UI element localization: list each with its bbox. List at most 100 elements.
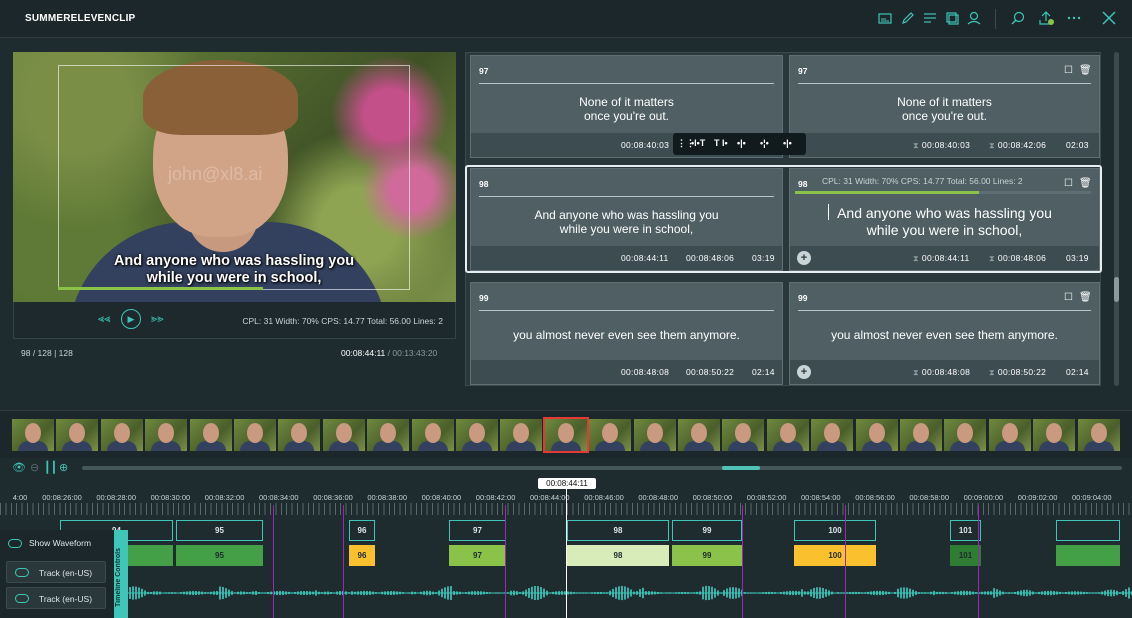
film-thumbnail[interactable] — [1033, 419, 1076, 451]
film-thumbnail[interactable] — [189, 419, 232, 451]
film-thumbnail[interactable] — [12, 419, 54, 451]
film-thumbnail[interactable] — [145, 419, 188, 451]
playhead[interactable] — [566, 489, 567, 618]
target-text[interactable]: you almost never even see them anymore. — [790, 328, 1099, 342]
target-text[interactable]: None of it matters once you're out. — [790, 95, 1099, 123]
hide-icon[interactable]: 👁 — [12, 461, 26, 474]
segment-target[interactable]: 97 — [449, 520, 506, 541]
close-icon[interactable] — [1101, 10, 1117, 26]
track-2[interactable]: Track (en-US) — [6, 587, 106, 609]
film-thumbnail[interactable] — [678, 419, 720, 451]
track-toggle[interactable] — [15, 594, 29, 603]
timeline-controls-tab[interactable]: Timeline Controls — [114, 530, 128, 618]
search-icon[interactable] — [1010, 10, 1026, 26]
bookmark-icon[interactable]: ☐ — [1064, 65, 1073, 76]
subtitle-number: 99 — [479, 293, 489, 303]
segment-source[interactable]: 99 — [672, 545, 742, 566]
merge-icon[interactable]: •¦• — [760, 138, 769, 148]
video-player[interactable]: john@xl8.ai And anyone who was hassling … — [13, 52, 456, 302]
upload-icon[interactable] — [1038, 10, 1054, 26]
segment-source[interactable]: 101 — [950, 545, 981, 566]
ruler-label: 4:00 — [12, 493, 28, 502]
target-card-99[interactable]: 99 ☐ 🗑 you almost never even see them an… — [789, 282, 1100, 385]
panel-scrollbar[interactable] — [1114, 52, 1119, 386]
player-stats: CPL: 31 Width: 70% CPS: 14.77 Total: 56.… — [242, 316, 443, 326]
film-thumbnail[interactable] — [56, 419, 99, 451]
film-thumbnail[interactable] — [500, 419, 543, 451]
segment-target[interactable]: 100 — [794, 520, 876, 541]
source-card-98[interactable]: 98 And anyone who was hassling you while … — [470, 168, 783, 271]
segment-target[interactable]: 99 — [672, 520, 742, 541]
track-toggle[interactable] — [15, 568, 29, 577]
segment-source[interactable]: 97 — [449, 545, 506, 566]
film-thumbnail[interactable] — [542, 417, 589, 453]
film-thumbnail[interactable] — [322, 419, 365, 451]
film-thumbnail[interactable] — [633, 419, 676, 451]
film-thumbnail[interactable] — [900, 419, 942, 451]
text-left-icon[interactable]: •I•T — [691, 138, 705, 148]
scrollbar-thumb[interactable] — [1114, 277, 1119, 302]
marker-line — [845, 505, 846, 618]
film-thumbnail[interactable] — [456, 419, 498, 451]
segment-source[interactable] — [1056, 545, 1120, 566]
segment-source[interactable]: 96 — [349, 545, 375, 566]
add-button[interactable]: + — [797, 365, 811, 379]
segment-target[interactable]: 98 — [567, 520, 669, 541]
subtitle-icon[interactable] — [877, 10, 893, 26]
segment-target[interactable]: 96 — [349, 520, 375, 541]
target-text-editor[interactable]: And anyone who was hassling you while you… — [790, 205, 1099, 239]
rewind-icon[interactable]: ⪡⪡ — [98, 313, 110, 326]
film-thumbnail[interactable] — [855, 419, 898, 451]
film-thumbnail[interactable] — [766, 419, 809, 451]
more-icon[interactable] — [1066, 10, 1082, 26]
target-card-97[interactable]: 97 ☐ 🗑 None of it matters once you're out… — [789, 55, 1100, 158]
timeline-scroll-thumb[interactable] — [722, 466, 760, 470]
film-thumbnail[interactable] — [278, 419, 321, 451]
film-thumbnail[interactable] — [811, 419, 854, 451]
trash-icon[interactable]: 🗑 — [1079, 292, 1092, 303]
film-thumbnail[interactable] — [1077, 419, 1120, 451]
film-thumbnail[interactable] — [988, 419, 1031, 451]
film-thumbnail[interactable] — [722, 419, 765, 451]
segment-source[interactable]: 95 — [176, 545, 263, 566]
bookmark-icon[interactable]: ☐ — [1064, 292, 1073, 303]
bookmark-icon[interactable]: ☐ — [1064, 178, 1073, 189]
list-icon[interactable] — [922, 10, 938, 26]
copy-icon[interactable] — [944, 10, 960, 26]
film-thumbnail[interactable] — [944, 419, 987, 451]
segment-target[interactable]: 101 — [950, 520, 981, 541]
timeline-scrollbar[interactable] — [82, 466, 1122, 470]
film-thumbnail[interactable] — [589, 419, 632, 451]
zoom-in-icon[interactable]: ⊕ — [59, 461, 68, 474]
text-line: while you were in school, — [559, 222, 694, 236]
subtitle-number: 99 — [798, 293, 808, 303]
film-thumbnail[interactable] — [367, 419, 410, 451]
ruler-label: 00:08:54:00 — [800, 493, 841, 502]
segment-source[interactable]: 100 — [794, 545, 876, 566]
waveform-icon[interactable]: ┃┃ — [44, 461, 57, 474]
segment-target[interactable] — [1056, 520, 1120, 541]
playhead-time[interactable]: 00:08:44:11 — [538, 478, 596, 489]
zoom-out-icon[interactable]: ⊖ — [30, 461, 39, 474]
film-thumbnail[interactable] — [100, 419, 143, 451]
trash-icon[interactable]: 🗑 — [1079, 65, 1092, 76]
text-right-icon[interactable]: T I• — [714, 138, 728, 148]
user-icon[interactable] — [966, 10, 982, 26]
source-card-99[interactable]: 99 you almost never even see them anymor… — [470, 282, 783, 385]
trash-icon[interactable]: 🗑 — [1079, 178, 1092, 189]
filmstrip[interactable] — [0, 410, 1132, 458]
forward-icon[interactable]: ⪢⪢ — [151, 313, 163, 326]
add-button[interactable]: + — [797, 251, 811, 265]
film-thumbnail[interactable] — [411, 419, 454, 451]
edit-icon[interactable] — [900, 10, 916, 26]
play-button[interactable]: ▶ — [121, 309, 141, 329]
waveform-toggle[interactable] — [8, 539, 22, 548]
segment-target[interactable]: 95 — [176, 520, 263, 541]
split-icon[interactable]: •|• — [737, 138, 746, 148]
film-thumbnail[interactable] — [234, 419, 276, 451]
card-footer: + ⧗ 00:08:44:11 ⧗ 00:08:48:06 03:19 — [790, 246, 1099, 270]
segment-source[interactable]: 98 — [567, 545, 669, 566]
subtitle-counter: 98 / 128 | 128 — [21, 348, 73, 358]
expand-icon[interactable]: •|• — [783, 138, 792, 148]
track-1[interactable]: Track (en-US) — [6, 561, 106, 583]
